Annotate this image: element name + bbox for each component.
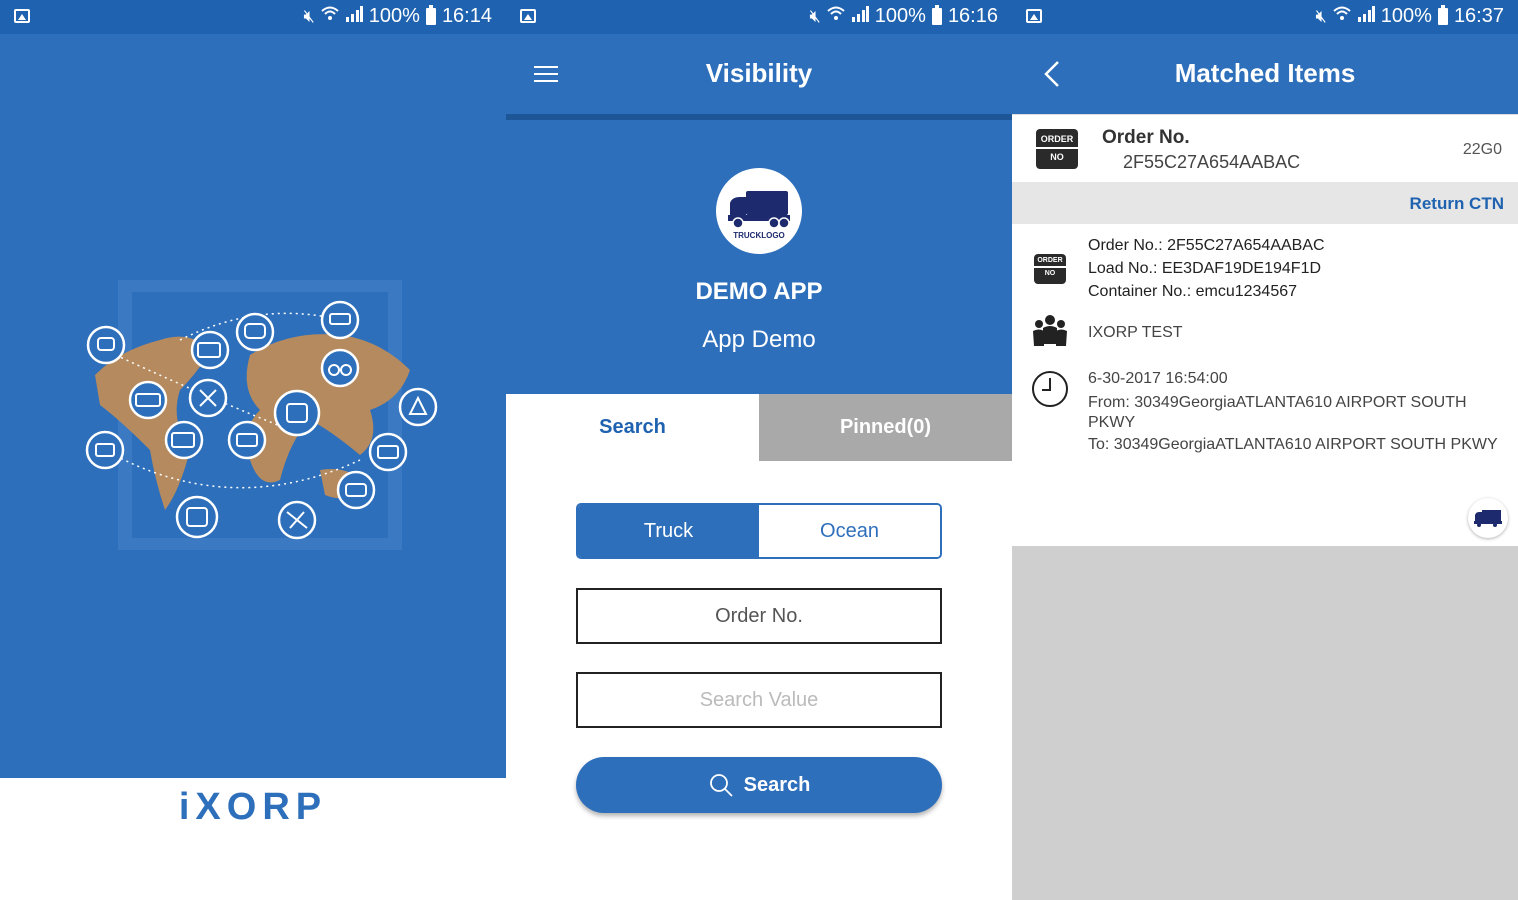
company-logo — [1468, 498, 1508, 538]
image-notification-icon — [1026, 9, 1042, 23]
tab-search[interactable]: Search — [506, 394, 759, 461]
status-time: 16:16 — [947, 5, 998, 27]
image-notification-icon — [520, 9, 536, 23]
signal-icon — [851, 5, 869, 28]
signal-icon — [345, 5, 363, 28]
empty-area — [1012, 546, 1518, 900]
segment-ocean[interactable]: Ocean — [759, 505, 940, 557]
order-no-icon: ORDER NO — [1034, 254, 1066, 284]
page-title: Matched Items — [1174, 58, 1356, 88]
tab-bar: Search Pinned(0) — [506, 394, 1012, 461]
detail-to: To: 30349GeorgiaATLANTA610 AIRPORT SOUTH… — [1088, 436, 1498, 453]
detail-company: IXORP TEST — [1088, 324, 1183, 341]
order-no-icon: ORDER NO — [1036, 129, 1078, 169]
status-time: 16:37 — [1453, 5, 1504, 27]
clock-icon — [1032, 371, 1068, 407]
company-logo-text: TRUCKLOGO — [733, 231, 785, 240]
app-name: DEMO APP — [695, 278, 823, 305]
visibility-screen: 🔇︎ 100% 16:16 Visibility TRUCKLOGO DEMO … — [506, 0, 1012, 900]
matched-item-card[interactable]: ORDER NO Order No. 2F55C27A654AABAC 22G0 — [1012, 114, 1518, 183]
company-logo: TRUCKLOGO — [716, 168, 802, 254]
search-type-value: Order No. — [715, 604, 803, 627]
battery-percent: 100% — [1380, 5, 1432, 27]
detail-container-no: Container No.: emcu1234567 — [1088, 283, 1298, 300]
app-bar: Matched Items — [1012, 34, 1518, 114]
image-notification-icon — [14, 9, 30, 23]
order-no-label: Order No. — [1102, 127, 1190, 148]
wifi-icon — [1333, 5, 1351, 28]
status-time: 16:14 — [441, 5, 492, 27]
battery-icon — [425, 5, 436, 25]
transport-mode-toggle: Truck Ocean — [576, 503, 942, 559]
search-type-field[interactable]: Order No. — [576, 588, 942, 644]
page-title: Visibility — [705, 58, 813, 88]
company-header: TRUCKLOGO DEMO APP App Demo — [506, 114, 1012, 394]
detail-load-no: Load No.: EE3DAF19DE194F1D — [1088, 260, 1322, 277]
battery-icon — [931, 5, 942, 25]
return-ctn-link[interactable]: Return CTN — [1410, 194, 1504, 214]
order-no-value: 2F55C27A654AABAC — [1123, 152, 1301, 172]
search-icon — [709, 774, 733, 797]
signal-icon — [1357, 5, 1375, 28]
battery-percent: 100% — [874, 5, 926, 27]
people-group-icon — [1033, 315, 1067, 346]
segment-truck[interactable]: Truck — [578, 505, 759, 557]
return-bar: Return CTN — [1012, 182, 1518, 224]
search-button-label: Search — [743, 773, 811, 796]
world-transport-map-icon — [80, 278, 440, 555]
ixorp-logo: iXORP — [178, 786, 328, 828]
search-value-input[interactable] — [578, 687, 940, 713]
tab-pinned[interactable]: Pinned(0) — [759, 394, 1012, 461]
wifi-icon — [827, 5, 845, 28]
mute-icon: 🔇︎ — [1315, 6, 1327, 26]
search-value-field — [576, 672, 942, 728]
status-bar: 🔇︎ 100% 16:14 — [0, 0, 506, 34]
splash-screen: 🔇︎ 100% 16:14 iXORP — [0, 0, 506, 900]
detail-datetime: 6-30-2017 16:54:00 — [1088, 370, 1228, 387]
battery-icon — [1437, 5, 1448, 25]
matched-items-screen: 🔇︎ 100% 16:37 Matched Items ORDER NO Ord… — [1012, 0, 1518, 900]
search-button[interactable]: Search — [576, 757, 942, 813]
item-details: ORDER NO Order No.: 2F55C27A654AABAC Loa… — [1012, 224, 1518, 546]
container-type-code: 22G0 — [1462, 141, 1502, 158]
status-bar: 🔇︎ 100% 16:16 — [506, 0, 1012, 34]
status-bar: 🔇︎ 100% 16:37 — [1012, 0, 1518, 34]
detail-from: From: 30349GeorgiaATLANTA610 AIRPORT SOU… — [1088, 394, 1467, 431]
app-bar: Visibility — [506, 34, 1012, 114]
mute-icon: 🔇︎ — [303, 6, 315, 26]
mute-icon: 🔇︎ — [809, 6, 821, 26]
detail-order-no: Order No.: 2F55C27A654AABAC — [1088, 237, 1325, 254]
app-subtitle: App Demo — [702, 326, 816, 353]
battery-percent: 100% — [368, 5, 420, 27]
wifi-icon — [321, 6, 339, 27]
